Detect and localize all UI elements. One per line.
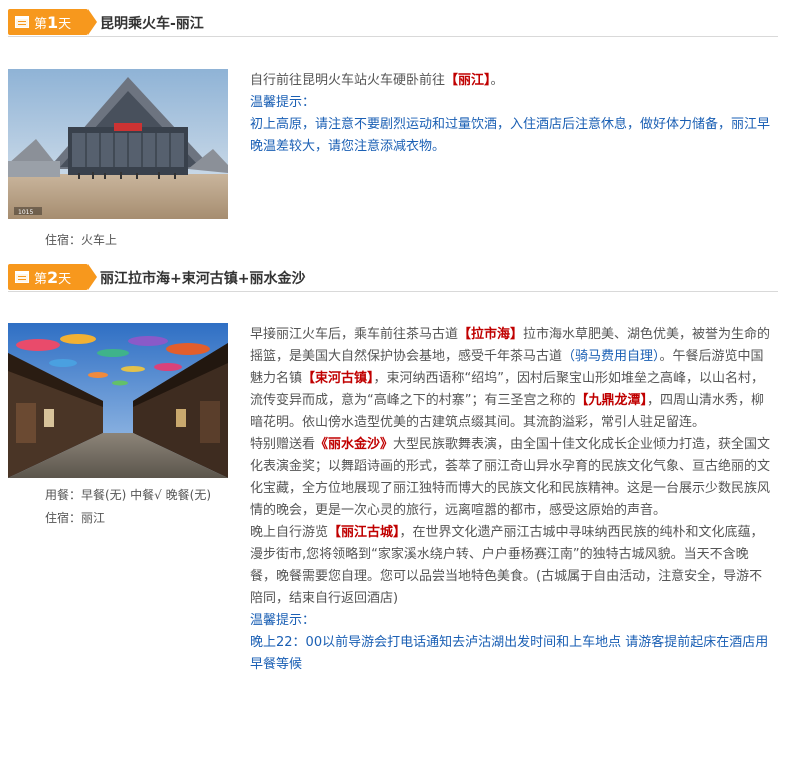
day-2-badge-suffix: 天 (58, 272, 72, 287)
day-1-description: 自行前往昆明火车站火车硬卧前往【丽江】。 温馨提示： 初上高原，请注意不要剧烈运… (250, 70, 774, 158)
day-1-photo-train-station: 1015 (8, 69, 228, 219)
day-1-tip-label: 温馨提示： (250, 95, 316, 110)
day-1-badge-suffix: 天 (58, 17, 72, 32)
day-2-badge-number: 2 (47, 268, 59, 287)
day-1-title: 昆明乘火车-丽江 (100, 16, 204, 32)
calendar-icon (15, 271, 29, 283)
day-2-meals: 用餐：早餐(无) 中餐√ 晚餐(无) (45, 488, 212, 502)
calendar-icon (15, 16, 29, 28)
spot-lijiang-old-town: 【丽江古城】 (328, 525, 400, 540)
show-lishui-jinsha: 《丽水金沙》 (315, 437, 394, 452)
destination-lijiang: 【丽江】 (445, 73, 491, 88)
day-2-photo-umbrella-street (8, 323, 228, 478)
spot-jiuding-longtan: 【九鼎龙潭】 (575, 393, 647, 408)
day-2-paragraph-2: 特别赠送看《丽水金沙》大型民族歌舞表演，由全国十佳文化成长企业倾力打造，获全国文… (250, 437, 771, 518)
spot-lashihai: 【拉市海】 (458, 327, 524, 342)
horse-riding-note: （骑马费用自理） (562, 349, 660, 364)
day-1-line-1: 自行前往昆明火车站火车硬卧前往【丽江】。 (250, 73, 504, 88)
day-1-badge-prefix: 第 (34, 17, 48, 32)
day-1-header: 第1天 昆明乘火车-丽江 (8, 9, 778, 37)
photo-caption: 1015 (18, 209, 33, 216)
day-2-badge-prefix: 第 (34, 272, 48, 287)
day-2-header: 第2天 丽江拉市海+束河古镇+丽水金沙 (8, 264, 778, 292)
day-2-lodging: 住宿：丽江 (45, 511, 106, 525)
day-1-tip-text: 初上高原，请注意不要剧烈运动和过量饮酒，入住酒店后注意休息，做好体力储备，丽江早… (250, 117, 771, 154)
day-1-badge: 第1天 (8, 9, 97, 35)
day-2-description: 早接丽江火车后，乘车前往茶马古道【拉市海】拉市海水草肥美、湖色优美，被誉为生命的… (250, 324, 774, 676)
day-2-title: 丽江拉市海+束河古镇+丽水金沙 (100, 271, 306, 287)
day-2-paragraph-1: 早接丽江火车后，乘车前往茶马古道【拉市海】拉市海水草肥美、湖色优美，被誉为生命的… (250, 327, 771, 430)
day-2-divider (8, 291, 778, 292)
day-1-lodging: 住宿：火车上 (45, 233, 118, 247)
day-2-tip-text: 晚上22：00以前导游会打电话通知去泸沽湖出发时间和上车地点 请游客提前起床在酒… (250, 635, 769, 672)
day-1-badge-number: 1 (47, 13, 59, 32)
spot-shuhe: 【束河古镇】 (302, 371, 374, 386)
day-2-paragraph-3: 晚上自行游览【丽江古城】，在世界文化遗产丽江古城中寻味纳西民族的纯朴和文化底蕴，… (250, 525, 764, 606)
day-1-divider (8, 36, 778, 37)
day-2-tip-label: 温馨提示： (250, 613, 316, 628)
day-2-badge: 第2天 (8, 264, 97, 290)
